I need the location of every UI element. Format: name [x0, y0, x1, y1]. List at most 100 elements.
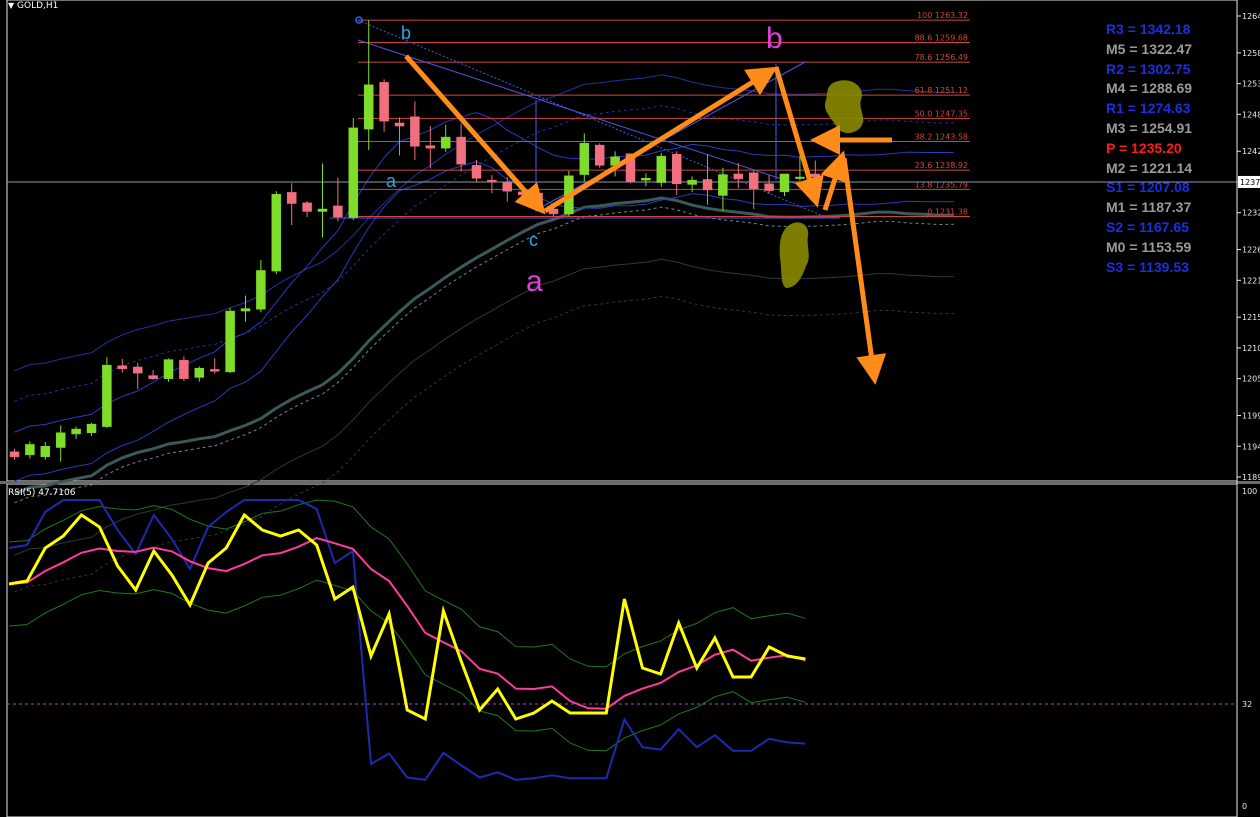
candle-body: [348, 127, 359, 218]
fib-level-label: 23.6 1238.92: [915, 161, 968, 170]
candle-body: [795, 176, 805, 179]
candle-body: [102, 364, 112, 427]
rsi-title: RSI(5) 47.7106: [8, 488, 76, 498]
candle-body: [579, 142, 590, 175]
main-chart-panel[interactable]: [6, 0, 1238, 482]
candle-body: [733, 173, 744, 180]
candle-body: [86, 423, 97, 433]
candle-body: [440, 136, 451, 149]
candle-body: [132, 366, 143, 374]
price-tick-label: 1199: [1242, 412, 1260, 421]
price-tick-label: 1194: [1242, 442, 1260, 451]
pivot-level-s2: S2 = 1167.65: [1106, 218, 1189, 235]
candle-body: [810, 173, 821, 178]
pivot-level-m5: M5 = 1322.47: [1106, 40, 1193, 57]
price-tick-label: 1210: [1242, 344, 1260, 353]
candle-body: [471, 165, 482, 179]
candle-body: [487, 179, 497, 183]
candle-body: [379, 82, 389, 122]
symbol-label[interactable]: ▼ GOLD,H1: [8, 1, 58, 11]
pivot-level-s3: S3 = 1139.53: [1106, 258, 1189, 275]
wave-label-b-small: b: [401, 23, 411, 43]
pivot-level-m2: M2 = 1221.14: [1106, 159, 1193, 176]
price-tick-label: 1264: [1242, 12, 1260, 21]
rsi-tick-label: 32: [1242, 700, 1252, 709]
price-tick-label: 1215: [1242, 313, 1260, 322]
fib-level-label: 100 1263.32: [917, 11, 968, 20]
candle-body: [410, 116, 420, 147]
price-tick-label: 1248: [1242, 110, 1260, 119]
rsi-tick-label: 100: [1242, 487, 1257, 496]
candle-body: [425, 145, 436, 149]
candle-body: [702, 179, 713, 191]
pivot-level-r1: R1 = 1274.63: [1106, 100, 1191, 117]
pivot-level-p: P = 1235.20: [1106, 139, 1182, 156]
pivot-level-m4: M4 = 1288.69: [1106, 80, 1193, 97]
triangle-down-icon[interactable]: ▼: [8, 1, 14, 10]
fib-level-label: 88.6 1259.68: [915, 34, 968, 43]
candle-body: [594, 144, 605, 166]
pivot-level-m3: M3 = 1254.91: [1106, 119, 1193, 136]
candle-body: [9, 451, 20, 457]
candle-body: [225, 310, 235, 373]
price-axis: 1264 1258 1253 1248 1242 1237 1232 1226 1221 1215…: [1237, 12, 1260, 482]
candle-body: [718, 174, 728, 196]
candle-body: [456, 136, 466, 165]
pivot-level-r2: R2 = 1302.75: [1106, 60, 1191, 77]
candle: [594, 143, 605, 168]
candle-body: [163, 359, 174, 379]
rsi-axis: 100 32 0: [1242, 487, 1257, 811]
candle-body: [779, 173, 790, 193]
candle-body: [363, 84, 374, 130]
price-tick-label: 1258: [1242, 49, 1260, 58]
price-tick-label: 1242: [1242, 147, 1260, 156]
candle-body: [240, 308, 251, 312]
candle-body: [40, 446, 51, 457]
fib-level-label: 50.0 1247.35: [915, 109, 968, 118]
pivot-level-m0: M0 = 1153.59: [1106, 238, 1192, 255]
candle-body: [656, 155, 667, 183]
fib-level-label: 38.2 1243.58: [915, 133, 968, 142]
fib-level-label: 0 1231.38: [927, 208, 968, 217]
pivot-level-s1: S1 = 1207.08: [1106, 179, 1190, 196]
pivot-level-r3: R3 = 1342.18: [1106, 21, 1191, 37]
candle-body: [671, 154, 682, 185]
candle-body: [194, 367, 205, 378]
candle: [271, 191, 282, 275]
candle-body: [687, 179, 697, 185]
price-tick-label: 1221: [1242, 276, 1260, 285]
candle-body: [502, 182, 513, 192]
candle-body: [55, 432, 66, 448]
candle-body: [302, 202, 312, 212]
wave-label-c-small: c: [529, 230, 538, 250]
candle-body: [71, 428, 81, 435]
rsi-panel[interactable]: [6, 483, 1238, 817]
current-price-tag-text: 1237: [1240, 178, 1260, 187]
candle: [179, 356, 189, 382]
candle: [348, 118, 359, 221]
candle-body: [317, 208, 328, 212]
candle-body: [25, 444, 35, 456]
fib-level-label: 61.8 1251.12: [915, 86, 968, 95]
candle-body: [286, 192, 297, 204]
fib-level-label: 78.6 1256.49: [915, 53, 968, 62]
trading-chart-window[interactable]: 100 1263.32 88.6 1259.68 78.6 1256.49 61.8 …: [0, 0, 1260, 817]
price-tick-label: 1253: [1242, 80, 1260, 89]
price-tick-label: 1205: [1242, 375, 1260, 384]
symbol-text: GOLD,H1: [17, 1, 59, 11]
price-tick-label: 1189: [1242, 473, 1260, 482]
candle-body: [209, 369, 220, 372]
pivot-levels-panel: R3 = 1342.18 M5 = 1322.47 R2 = 1302.75 M4 =…: [1106, 20, 1236, 277]
wave-label-b-big: b: [766, 22, 783, 55]
wave-label-a-small: a: [386, 171, 397, 191]
candle-body: [117, 365, 128, 370]
candle-body: [148, 375, 158, 379]
candle-body: [748, 172, 759, 189]
candle: [225, 307, 235, 374]
candle-body: [394, 122, 405, 127]
pivot-level-m1: M1 = 1187.37: [1106, 199, 1192, 216]
candle-body: [271, 194, 282, 272]
candle-body: [179, 359, 189, 379]
candle-body: [764, 183, 774, 191]
candle: [102, 357, 112, 428]
